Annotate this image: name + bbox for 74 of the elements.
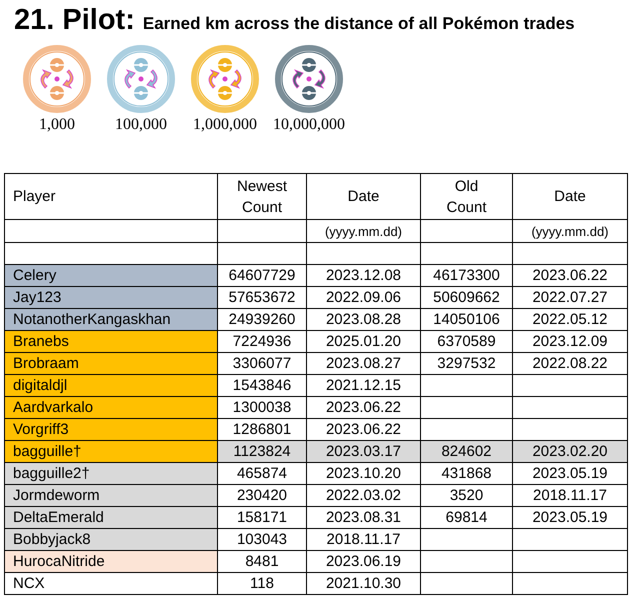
date-cell: 2023.12.08 — [306, 264, 420, 286]
medal-threshold: 1,000,000 — [193, 115, 257, 135]
date-cell: 2023.12.09 — [512, 330, 628, 352]
date-cell: 2022.07.27 — [512, 286, 628, 308]
count-cell: 158171 — [218, 506, 306, 528]
count-cell: 1543846 — [218, 374, 306, 396]
date-cell: 2023.06.19 — [306, 550, 420, 572]
player-cell: Vorgriff3 — [4, 418, 218, 440]
count-cell: 3520 — [420, 484, 512, 506]
medal-threshold: 1,000 — [39, 115, 75, 135]
player-cell: Bobbyjack8 — [4, 528, 218, 550]
count-cell: 57653672 — [218, 286, 306, 308]
date-cell: 2022.09.06 — [306, 286, 420, 308]
player-cell: bagguille2† — [4, 462, 218, 484]
count-cell: 1300038 — [218, 396, 306, 418]
player-cell: Branebs — [4, 330, 218, 352]
date-cell: 2023.06.22 — [306, 396, 420, 418]
date-cell: 2022.03.02 — [306, 484, 420, 506]
count-cell: 3306077 — [218, 352, 306, 374]
date-cell: 2023.08.28 — [306, 308, 420, 330]
count-cell: 431868 — [420, 462, 512, 484]
date-cell: 2023.05.19 — [512, 506, 628, 528]
date-cell: 2023.03.17 — [306, 440, 420, 462]
date-cell: 2018.11.17 — [512, 484, 628, 506]
column-header: Old Count — [445, 176, 488, 218]
date-cell: 2021.10.30 — [306, 572, 420, 594]
column-header: Date — [348, 187, 380, 207]
date-cell: 2023.08.31 — [306, 506, 420, 528]
medal-threshold: 100,000 — [115, 115, 167, 135]
count-cell: 7224936 — [218, 330, 306, 352]
date-cell: 2025.01.20 — [306, 330, 420, 352]
player-cell: NCX — [4, 572, 218, 594]
count-cell: 3297532 — [420, 352, 512, 374]
count-cell: 118 — [218, 572, 306, 594]
player-cell: HurocaNitride — [4, 550, 218, 572]
player-cell: digitaldjl — [4, 374, 218, 396]
count-cell: 50609662 — [420, 286, 512, 308]
date-format-note: (yyyy.mm.dd) — [324, 224, 402, 238]
date-cell: 2023.05.19 — [512, 462, 628, 484]
count-cell: 824602 — [420, 440, 512, 462]
date-cell: 2022.08.22 — [512, 352, 628, 374]
column-header: Player — [13, 187, 56, 207]
medal-threshold: 10,000,000 — [273, 115, 345, 135]
column-header: Newest Count — [236, 176, 288, 218]
player-cell: NotanotherKangaskhan — [4, 308, 218, 330]
column-header: Date — [554, 187, 586, 207]
count-cell: 14050106 — [420, 308, 512, 330]
count-cell: 6370589 — [420, 330, 512, 352]
title-number: 21. Pilot: — [14, 6, 135, 35]
count-cell: 8481 — [218, 550, 306, 572]
count-cell: 1123824 — [218, 440, 306, 462]
title-description: Earned km across the distance of all Pokémon trades — [142, 15, 575, 32]
count-cell: 103043 — [218, 528, 306, 550]
date-format-note: (yyyy.mm.dd) — [531, 224, 609, 238]
date-cell: 2022.05.12 — [512, 308, 628, 330]
date-cell: 2023.08.27 — [306, 352, 420, 374]
player-cell: Brobraam — [4, 352, 218, 374]
player-cell: Aardvarkalo — [4, 396, 218, 418]
date-cell: 2023.02.20 — [512, 440, 628, 462]
count-cell: 64607729 — [218, 264, 306, 286]
count-cell: 46173300 — [420, 264, 512, 286]
count-cell: 24939260 — [218, 308, 306, 330]
date-cell: 2023.06.22 — [512, 264, 628, 286]
player-cell: Celery — [4, 264, 218, 286]
player-cell: bagguille† — [4, 440, 218, 462]
date-cell: 2023.10.20 — [306, 462, 420, 484]
date-cell: 2021.12.15 — [306, 374, 420, 396]
date-cell: 2018.11.17 — [306, 528, 420, 550]
player-cell: Jormdeworm — [4, 484, 218, 506]
count-cell: 69814 — [420, 506, 512, 528]
count-cell: 465874 — [218, 462, 306, 484]
player-cell: DeltaEmerald — [4, 506, 218, 528]
count-cell: 230420 — [218, 484, 306, 506]
player-cell: Jay123 — [4, 286, 218, 308]
